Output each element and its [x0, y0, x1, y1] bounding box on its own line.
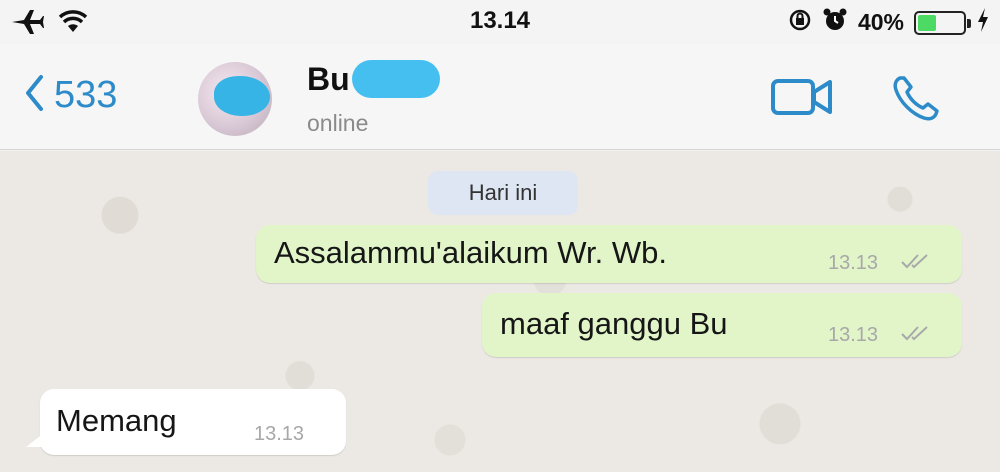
message-bubble-outgoing[interactable]: Assalammu'alaikum Wr. Wb. 13.13 [256, 225, 962, 283]
battery-level-fill [918, 14, 936, 31]
avatar[interactable] [198, 62, 272, 136]
chat-header: 533 Bu online [0, 44, 1000, 150]
unread-count: 533 [54, 74, 118, 116]
contact-name-row[interactable]: Bu [307, 60, 440, 98]
phone-icon [890, 76, 946, 128]
status-bar: 13.14 40% [0, 0, 1000, 44]
message-text: Memang [56, 403, 177, 438]
name-redaction [351, 60, 440, 98]
charging-icon [976, 7, 990, 38]
battery-tip [967, 18, 971, 28]
message-bubble-incoming[interactable]: Memang 13.13 [26, 389, 346, 455]
battery-icon [914, 10, 971, 35]
alarm-icon [822, 7, 848, 38]
message-time: 13.13 [828, 252, 879, 274]
contact-name: Bu [307, 60, 350, 97]
battery-percent: 40% [857, 9, 904, 35]
status-right: 40% [788, 7, 990, 38]
voice-call-button[interactable] [890, 72, 946, 129]
video-camera-icon [770, 79, 834, 122]
bubble-tail [26, 433, 44, 447]
video-call-button[interactable] [770, 76, 834, 123]
date-chip: Hari ini [428, 171, 578, 215]
message-time: 13.13 [828, 324, 879, 346]
message-bubble-outgoing[interactable]: maaf ganggu Bu 13.13 [482, 293, 962, 357]
back-chevron-icon [24, 74, 44, 117]
avatar-redaction [214, 76, 270, 116]
message-time: 13.13 [254, 423, 305, 445]
rotation-lock-icon [788, 8, 812, 37]
read-ticks-icon [900, 251, 934, 276]
message-text: maaf ganggu Bu [500, 306, 728, 341]
contact-status: online [307, 110, 369, 136]
back-button[interactable]: 533 [24, 74, 117, 117]
message-text: Assalammu'alaikum Wr. Wb. [274, 235, 667, 270]
chat-area[interactable]: Hari ini Assalammu'alaikum Wr. Wb. 13.13… [0, 151, 1000, 472]
read-ticks-icon [900, 323, 934, 348]
